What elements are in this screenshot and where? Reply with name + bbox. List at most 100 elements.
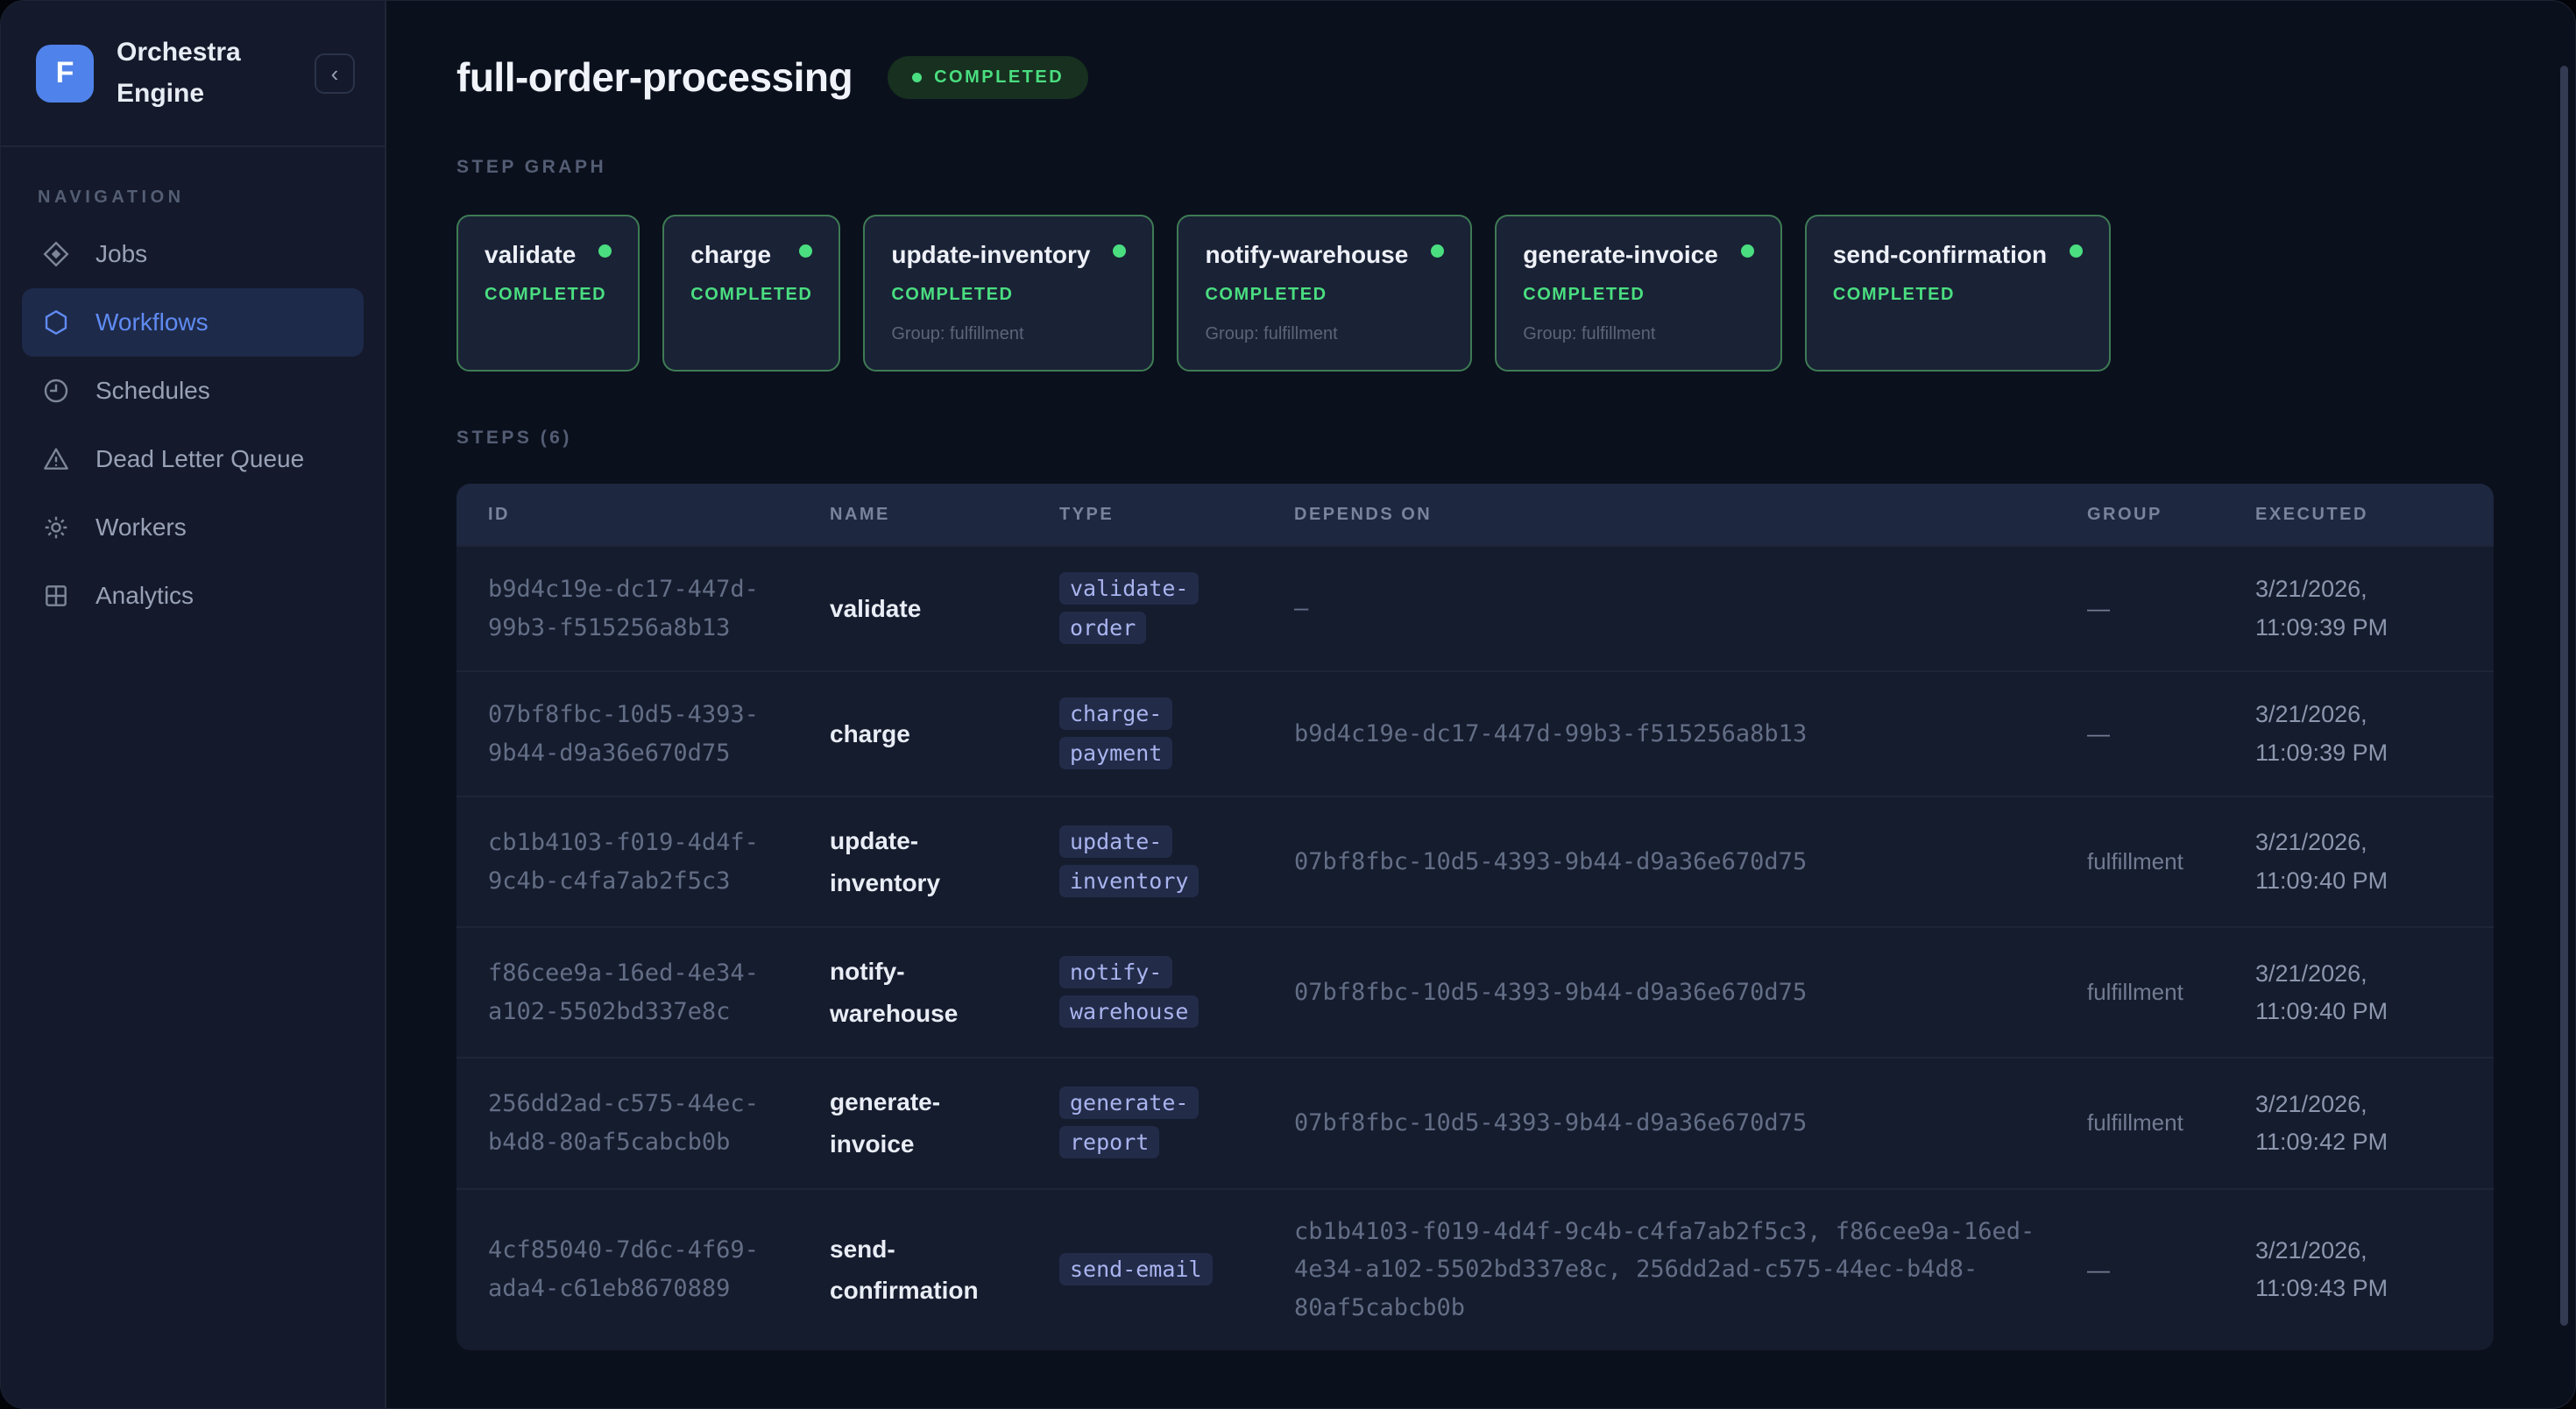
clock-icon xyxy=(41,376,71,406)
table-row[interactable]: f86cee9a-16ed-4e34-a102-5502bd337e8c not… xyxy=(456,926,2494,1057)
step-name: update-inventory xyxy=(830,820,1014,903)
table-row[interactable]: 07bf8fbc-10d5-4393-9b44-d9a36e670d75 cha… xyxy=(456,670,2494,796)
step-group: — xyxy=(2087,595,2255,622)
column-header-name: NAME xyxy=(830,505,1059,525)
step-id: f86cee9a-16ed-4e34-a102-5502bd337e8c xyxy=(488,954,795,1030)
sidebar-item-label: Analytics xyxy=(96,582,194,610)
step-id: 256dd2ad-c575-44ec-b4d8-80af5cabcb0b xyxy=(488,1085,795,1161)
step-card-notify-warehouse[interactable]: notify-warehouse COMPLETED Group: fulfil… xyxy=(1177,215,1472,372)
column-header-group: GROUP xyxy=(2087,505,2255,525)
step-type-chip: validate-order xyxy=(1059,572,1199,644)
step-card-title: update-inventory xyxy=(891,241,1090,269)
status-dot-icon xyxy=(1741,244,1754,258)
hexagon-icon xyxy=(41,308,71,337)
step-card-status: COMPLETED xyxy=(1833,285,2083,305)
step-executed: 3/21/2026, 11:09:42 PM xyxy=(2255,1086,2462,1161)
step-card-update-inventory[interactable]: update-inventory COMPLETED Group: fulfil… xyxy=(863,215,1154,372)
step-executed: 3/21/2026, 11:09:39 PM xyxy=(2255,696,2462,771)
sidebar-item-label: Workers xyxy=(96,513,187,542)
sidebar-header: F Orchestra Engine ‹ xyxy=(1,1,385,147)
step-name: generate-invoice xyxy=(830,1081,1014,1165)
step-name: send-confirmation xyxy=(830,1228,1014,1312)
step-type-chip: send-email xyxy=(1059,1253,1213,1285)
step-executed: 3/21/2026, 11:09:40 PM xyxy=(2255,955,2462,1030)
app-logo: F xyxy=(36,45,94,103)
step-card-status: COMPLETED xyxy=(891,285,1126,305)
status-dot-icon xyxy=(598,244,612,258)
table-row[interactable]: cb1b4103-f019-4d4f-9c4b-c4fa7ab2f5c3 upd… xyxy=(456,796,2494,926)
step-depends-on: b9d4c19e-dc17-447d-99b3-f515256a8b13 xyxy=(1294,715,2087,754)
step-name: charge xyxy=(830,713,1014,755)
step-type-chip: update-inventory xyxy=(1059,825,1199,897)
step-group: — xyxy=(2087,720,2255,747)
step-depends-on: cb1b4103-f019-4d4f-9c4b-c4fa7ab2f5c3, f8… xyxy=(1294,1213,2087,1328)
steps-section-label: STEPS (6) xyxy=(456,428,2575,449)
sidebar-item-analytics[interactable]: Analytics xyxy=(22,562,364,630)
step-card-generate-invoice[interactable]: generate-invoice COMPLETED Group: fulfil… xyxy=(1495,215,1782,372)
sidebar-item-label: Workflows xyxy=(96,308,209,336)
app-name: Orchestra Engine xyxy=(117,32,248,114)
table-row[interactable]: 256dd2ad-c575-44ec-b4d8-80af5cabcb0b gen… xyxy=(456,1057,2494,1187)
status-dot-icon xyxy=(799,244,812,258)
step-name: notify-warehouse xyxy=(830,951,1014,1034)
step-card-group: Group: fulfillment xyxy=(1523,324,1754,345)
sidebar-item-workers[interactable]: Workers xyxy=(22,493,364,562)
vertical-scrollbar[interactable] xyxy=(2560,66,2568,1326)
sidebar: F Orchestra Engine ‹ NAVIGATION Jobs xyxy=(1,1,386,1408)
step-type-chip: notify-warehouse xyxy=(1059,956,1199,1028)
step-graph-section-label: STEP GRAPH xyxy=(456,157,2575,178)
step-card-status: COMPLETED xyxy=(1523,285,1754,305)
table-row[interactable]: b9d4c19e-dc17-447d-99b3-f515256a8b13 val… xyxy=(456,545,2494,670)
step-card-title: validate xyxy=(485,241,576,269)
status-badge: COMPLETED xyxy=(888,56,1088,99)
step-name: validate xyxy=(830,588,1014,630)
column-header-depends-on: DEPENDS ON xyxy=(1294,505,2087,525)
page-header: full-order-processing COMPLETED xyxy=(456,53,2575,101)
status-dot-icon xyxy=(912,73,922,82)
step-id: cb1b4103-f019-4d4f-9c4b-c4fa7ab2f5c3 xyxy=(488,824,795,900)
step-depends-on: 07bf8fbc-10d5-4393-9b44-d9a36e670d75 xyxy=(1294,1104,2087,1143)
sidebar-item-schedules[interactable]: Schedules xyxy=(22,357,364,425)
step-group: — xyxy=(2087,1257,2255,1284)
step-executed: 3/21/2026, 11:09:43 PM xyxy=(2255,1232,2462,1307)
navigation-section-label: NAVIGATION xyxy=(38,188,385,208)
step-card-status: COMPLETED xyxy=(690,285,812,305)
sidebar-item-dead-letter-queue[interactable]: Dead Letter Queue xyxy=(22,425,364,493)
column-header-type: TYPE xyxy=(1059,505,1294,525)
step-card-group xyxy=(690,324,812,345)
status-dot-icon xyxy=(1431,244,1444,258)
step-depends-on: — xyxy=(1294,590,2087,628)
sidebar-item-label: Jobs xyxy=(96,240,147,268)
sidebar-collapse-button[interactable]: ‹ xyxy=(315,53,355,94)
step-card-status: COMPLETED xyxy=(485,285,612,305)
sidebar-item-label: Schedules xyxy=(96,377,210,405)
page-title: full-order-processing xyxy=(456,53,853,101)
chevron-left-icon: ‹ xyxy=(331,62,339,85)
step-id: 4cf85040-7d6c-4f69-ada4-c61eb8670889 xyxy=(488,1231,795,1307)
step-card-validate[interactable]: validate COMPLETED xyxy=(456,215,640,372)
steps-table-header: ID NAME TYPE DEPENDS ON GROUP EXECUTED xyxy=(456,484,2494,545)
step-depends-on: 07bf8fbc-10d5-4393-9b44-d9a36e670d75 xyxy=(1294,974,2087,1012)
step-type-chip: generate-report xyxy=(1059,1087,1199,1158)
step-card-status: COMPLETED xyxy=(1205,285,1444,305)
step-card-title: generate-invoice xyxy=(1523,241,1718,269)
step-card-charge[interactable]: charge COMPLETED xyxy=(662,215,840,372)
status-dot-icon xyxy=(1113,244,1126,258)
sidebar-item-jobs[interactable]: Jobs xyxy=(22,220,364,288)
step-depends-on: 07bf8fbc-10d5-4393-9b44-d9a36e670d75 xyxy=(1294,843,2087,882)
status-dot-icon xyxy=(2070,244,2083,258)
status-badge-label: COMPLETED xyxy=(934,67,1064,88)
table-row[interactable]: 4cf85040-7d6c-4f69-ada4-c61eb8670889 sen… xyxy=(456,1188,2494,1350)
diamond-icon xyxy=(41,239,71,269)
step-card-title: send-confirmation xyxy=(1833,241,2047,269)
step-card-group: Group: fulfillment xyxy=(1205,324,1444,345)
step-group: fulfillment xyxy=(2087,979,2255,1006)
step-card-title: charge xyxy=(690,241,771,269)
step-card-title: notify-warehouse xyxy=(1205,241,1408,269)
step-card-send-confirmation[interactable]: send-confirmation COMPLETED xyxy=(1805,215,2111,372)
step-group: fulfillment xyxy=(2087,1109,2255,1136)
sidebar-item-workflows[interactable]: Workflows xyxy=(22,288,364,357)
step-id: 07bf8fbc-10d5-4393-9b44-d9a36e670d75 xyxy=(488,696,795,772)
steps-table: ID NAME TYPE DEPENDS ON GROUP EXECUTED b… xyxy=(456,484,2494,1350)
column-header-id: ID xyxy=(488,505,830,525)
